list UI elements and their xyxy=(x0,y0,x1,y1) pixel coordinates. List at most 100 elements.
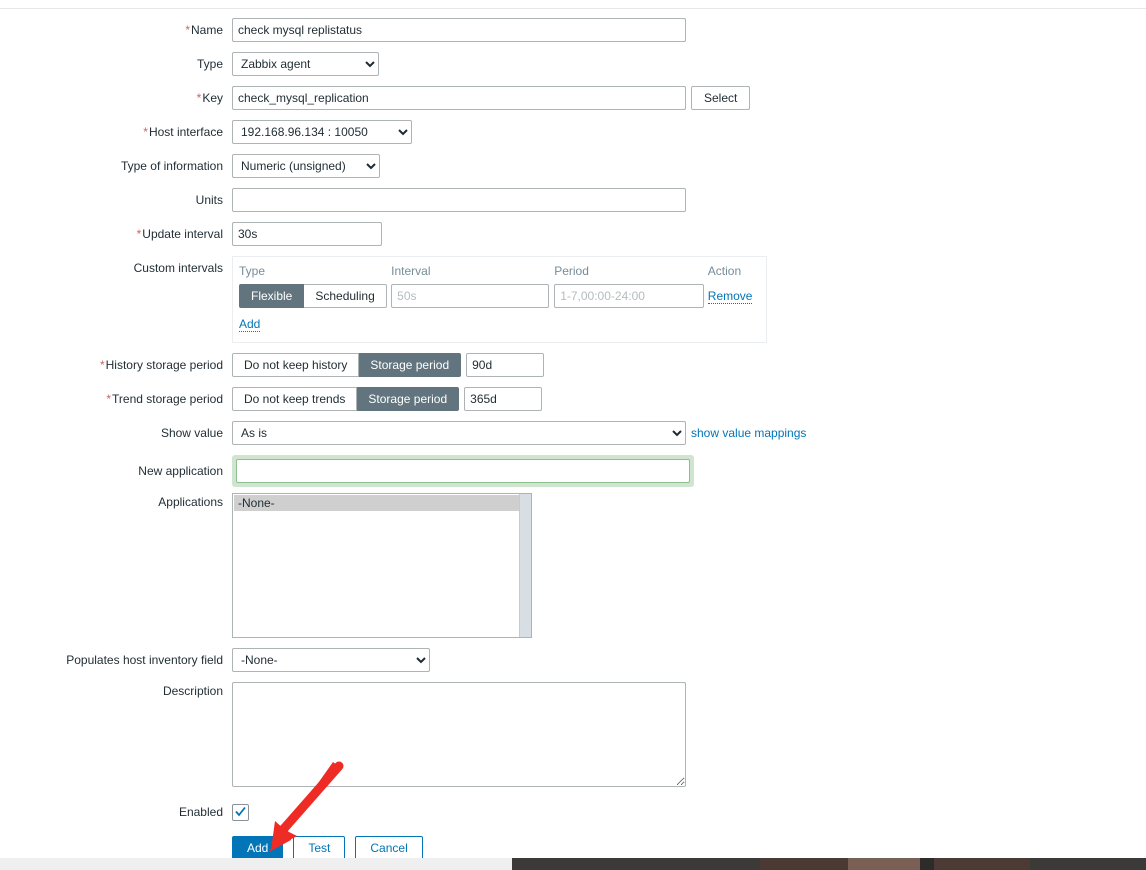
label-enabled: Enabled xyxy=(178,805,223,819)
label-update-interval-text: Update interval xyxy=(142,227,223,241)
label-name-text: Name xyxy=(190,23,223,37)
form-row-show-value: Show value As is show value mappings xyxy=(0,421,1146,445)
label-type-of-information: Type of information xyxy=(120,159,223,173)
taskbar-segment-2 xyxy=(848,858,920,870)
name-input[interactable] xyxy=(232,18,686,42)
interval-delay-input[interactable] xyxy=(391,284,550,308)
history-do-not-keep[interactable]: Do not keep history xyxy=(232,353,360,377)
custom-intervals-header-row: Type Interval Period Action xyxy=(239,263,758,284)
host-interface-select[interactable]: 192.168.96.134 : 10050 xyxy=(232,120,412,144)
form-row-type: Type Zabbix agent xyxy=(0,52,1146,76)
update-interval-input[interactable] xyxy=(232,222,382,246)
top-divider xyxy=(0,8,1146,9)
enabled-checkbox[interactable] xyxy=(232,804,249,821)
required-marker: * xyxy=(99,358,105,372)
column-header-interval: Interval xyxy=(391,264,431,278)
applications-scrollbar[interactable] xyxy=(519,494,531,637)
form-row-history-storage-period: *History storage period Do not keep hist… xyxy=(0,353,1146,377)
trend-storage-period[interactable]: Storage period xyxy=(357,387,460,411)
item-configuration-form: *Name Type Zabbix agent *Key Select *Hos… xyxy=(0,18,1146,860)
form-row-applications: Applications -None- xyxy=(0,493,1146,638)
label-history-storage-period: *History storage period xyxy=(0,353,232,377)
type-select[interactable]: Zabbix agent xyxy=(232,52,379,76)
label-key-text: Key xyxy=(202,91,223,105)
new-application-focus-ring xyxy=(232,455,694,487)
units-input[interactable] xyxy=(232,188,686,212)
interval-add-link[interactable]: Add xyxy=(239,317,261,332)
form-row-enabled: Enabled xyxy=(0,800,1146,824)
history-storage-period[interactable]: Storage period xyxy=(359,353,462,377)
label-units: Units xyxy=(195,193,223,207)
required-marker: * xyxy=(196,91,202,105)
trend-do-not-keep[interactable]: Do not keep trends xyxy=(232,387,358,411)
show-value-mappings-link[interactable]: show value mappings xyxy=(691,426,806,440)
taskbar-segment-4 xyxy=(934,858,1030,870)
trend-storage-toggle[interactable]: Do not keep trends Storage period xyxy=(232,387,460,411)
form-row-type-of-information: Type of information Numeric (unsigned) xyxy=(0,154,1146,178)
label-key: *Key xyxy=(0,86,232,110)
form-row-trend-storage-period: *Trend storage period Do not keep trends… xyxy=(0,387,1146,411)
check-icon xyxy=(235,806,246,817)
type-of-information-select[interactable]: Numeric (unsigned) xyxy=(232,154,380,178)
form-row-custom-intervals: Custom intervals Type Interval Period Ac… xyxy=(0,256,1146,343)
populates-host-inventory-field-select[interactable]: -None- xyxy=(232,648,430,672)
label-update-interval: *Update interval xyxy=(0,222,232,246)
custom-intervals-table: Type Interval Period Action Flexible Sch… xyxy=(239,263,758,312)
form-row-new-application: New application xyxy=(0,455,1146,487)
show-value-select[interactable]: As is xyxy=(232,421,686,445)
label-name: *Name xyxy=(0,18,232,42)
label-trend-storage-period: *Trend storage period xyxy=(0,387,232,411)
label-applications: Applications xyxy=(158,495,223,509)
column-header-period: Period xyxy=(554,264,589,278)
history-storage-toggle[interactable]: Do not keep history Storage period xyxy=(232,353,462,377)
label-populates-host-inventory-field: Populates host inventory field xyxy=(66,653,223,667)
column-header-type: Type xyxy=(239,264,266,278)
key-select-button[interactable]: Select xyxy=(691,86,751,110)
label-history-storage-period-text: History storage period xyxy=(105,358,223,372)
form-action-buttons: Add Test Cancel xyxy=(232,836,1146,860)
form-row-key: *Key Select xyxy=(0,86,1146,110)
label-new-application: New application xyxy=(138,464,223,478)
required-marker: * xyxy=(185,23,190,37)
required-marker: * xyxy=(143,125,148,139)
key-input[interactable] xyxy=(232,86,686,110)
form-row-actions: Add Test Cancel xyxy=(0,824,1146,860)
add-button[interactable]: Add xyxy=(232,836,284,860)
interval-period-cell xyxy=(554,284,708,312)
label-trend-storage-period-text: Trend storage period xyxy=(112,392,223,406)
form-row-description: Description xyxy=(0,682,1146,790)
taskbar-segment-1 xyxy=(760,858,848,870)
interval-period-input[interactable] xyxy=(554,284,705,308)
form-row-update-interval: *Update interval xyxy=(0,222,1146,246)
form-row-populates-host-inventory-field: Populates host inventory field -None- xyxy=(0,648,1146,672)
label-host-interface: *Host interface xyxy=(0,120,232,144)
taskbar-segment-3 xyxy=(920,858,934,870)
new-application-input[interactable] xyxy=(236,459,690,483)
label-description: Description xyxy=(162,684,223,698)
interval-type-cell: Flexible Scheduling xyxy=(239,284,391,312)
label-host-interface-text: Host interface xyxy=(148,125,223,139)
interval-action-cell: Remove xyxy=(707,284,758,312)
interval-value-cell xyxy=(391,284,554,312)
description-textarea[interactable] xyxy=(232,682,686,787)
interval-type-toggle[interactable]: Flexible Scheduling xyxy=(239,284,387,308)
form-row-name: *Name xyxy=(0,18,1146,42)
required-marker: * xyxy=(106,392,112,406)
label-custom-intervals: Custom intervals xyxy=(133,261,223,275)
interval-type-flexible[interactable]: Flexible xyxy=(239,284,305,308)
applications-listbox[interactable]: -None- xyxy=(232,493,532,638)
interval-remove-link[interactable]: Remove xyxy=(707,289,753,304)
cancel-button[interactable]: Cancel xyxy=(355,836,423,860)
custom-intervals-panel: Type Interval Period Action Flexible Sch… xyxy=(232,256,767,343)
label-type: Type xyxy=(196,57,223,71)
taskbar-left xyxy=(0,858,512,870)
table-row: Flexible Scheduling Remov xyxy=(239,284,758,312)
trend-storage-period-input[interactable] xyxy=(464,387,543,411)
list-item[interactable]: -None- xyxy=(234,495,519,511)
test-button[interactable]: Test xyxy=(293,836,346,860)
taskbar-strip xyxy=(0,858,1146,870)
history-storage-period-input[interactable] xyxy=(466,353,545,377)
form-row-units: Units xyxy=(0,188,1146,212)
interval-type-scheduling[interactable]: Scheduling xyxy=(304,284,387,308)
required-marker: * xyxy=(136,227,142,241)
